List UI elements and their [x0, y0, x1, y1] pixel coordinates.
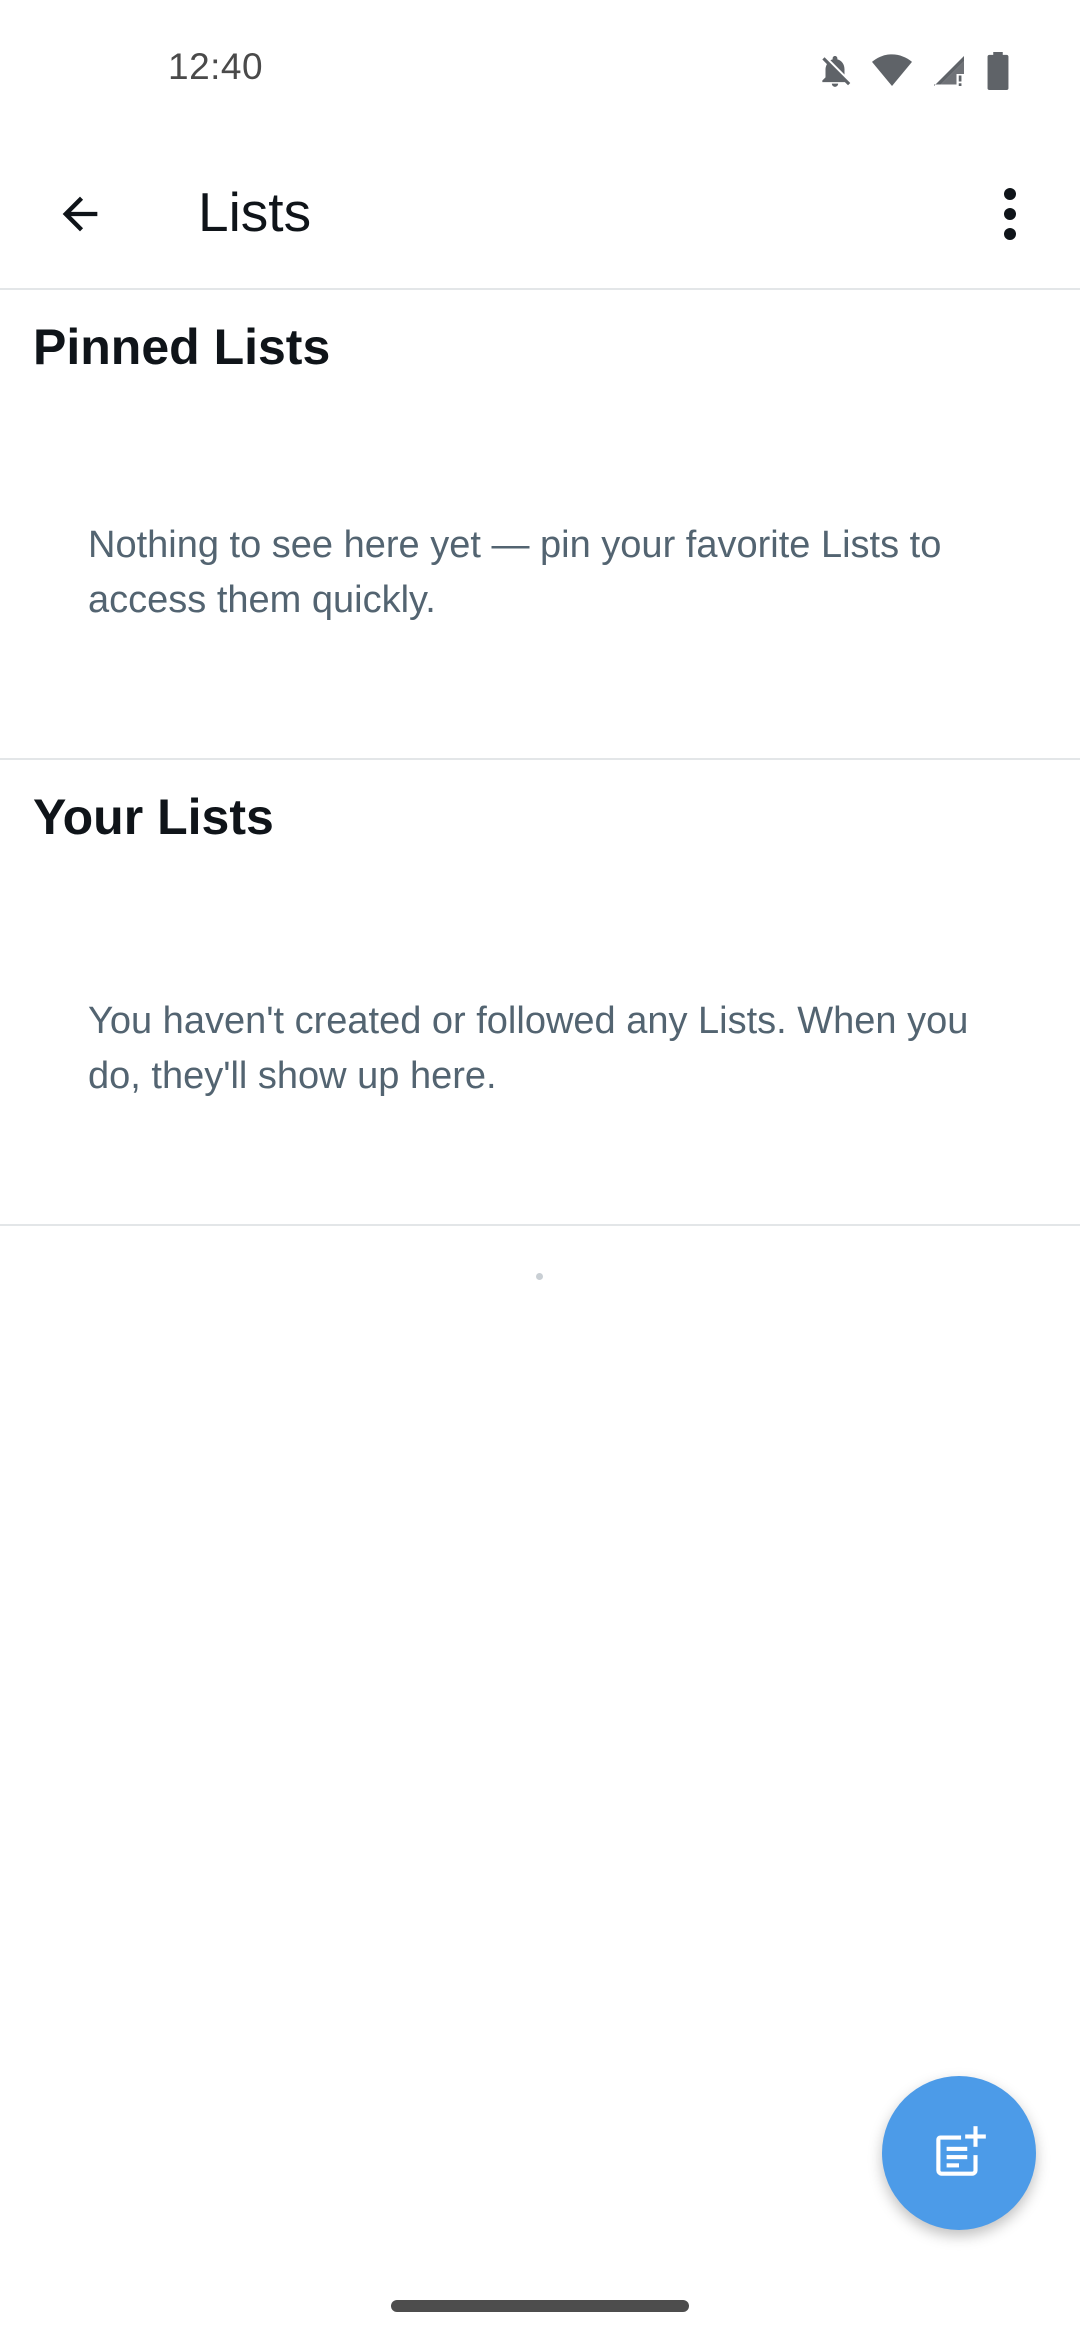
- page-title: Lists: [198, 181, 312, 243]
- empty-state-message: Nothing to see here yet — pin your favor…: [88, 524, 942, 621]
- loading-indicator: [536, 1273, 543, 1280]
- app-bar: Lists: [0, 140, 1080, 290]
- status-icons: [816, 50, 1010, 92]
- more-vertical-icon: [1004, 188, 1016, 240]
- create-list-button[interactable]: [882, 2076, 1036, 2230]
- section-title: Pinned Lists: [33, 319, 331, 375]
- more-options-button[interactable]: [970, 174, 1050, 254]
- back-button[interactable]: [40, 174, 120, 254]
- status-time: 12:40: [168, 46, 264, 87]
- signal-icon: [934, 56, 964, 86]
- section-title: Your Lists: [33, 789, 274, 845]
- status-bar: 12:40: [0, 0, 1080, 140]
- arrow-left-icon: [62, 196, 98, 232]
- empty-state-message: You haven't created or followed any List…: [88, 1000, 969, 1097]
- new-list-icon: [936, 2126, 986, 2176]
- notifications-off-icon: [822, 55, 851, 87]
- wifi-icon: [872, 54, 912, 86]
- your-lists-section: Your Lists You haven't created or follow…: [0, 760, 1080, 1226]
- pinned-lists-section: Pinned Lists Nothing to see here yet — p…: [0, 290, 1080, 760]
- battery-icon: [987, 52, 1009, 90]
- home-indicator[interactable]: [391, 2300, 689, 2312]
- lists-screen: 12:40 Lists Pinned Lists Nothing to see …: [0, 0, 1080, 2340]
